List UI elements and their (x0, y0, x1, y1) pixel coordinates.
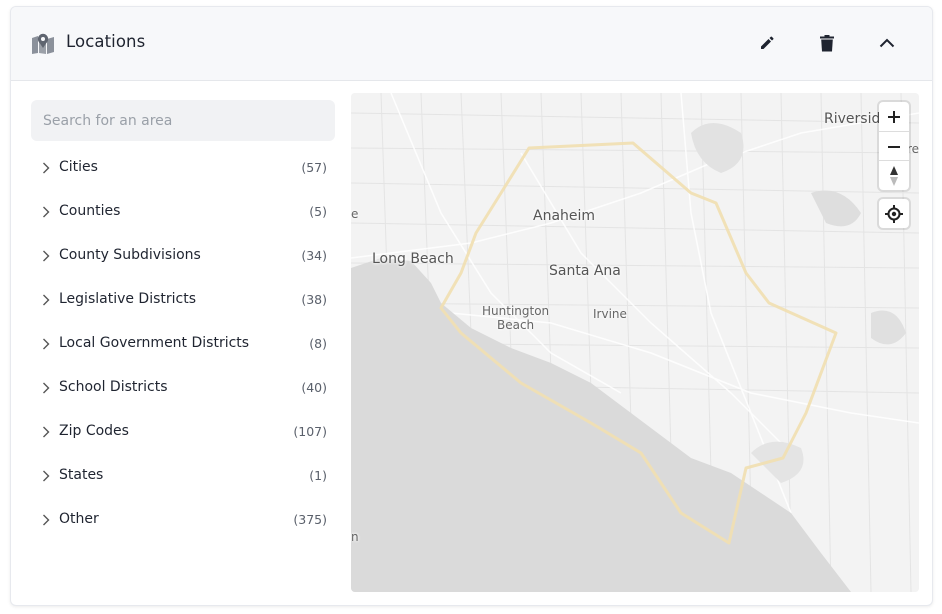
map-label-line: Beach (496, 318, 535, 332)
delete-button[interactable] (812, 27, 842, 59)
chevron-right-icon (43, 206, 50, 218)
category-label: County Subdivisions (59, 247, 201, 263)
map-label-edge: e (351, 207, 359, 221)
category-count: (5) (309, 204, 327, 219)
zoom-out-button[interactable] (879, 131, 909, 161)
reset-north-button[interactable] (879, 160, 909, 190)
edit-button[interactable] (752, 27, 782, 59)
category-item-county-subdivisions[interactable]: County Subdivisions (34) (31, 234, 327, 278)
trash-icon (820, 34, 834, 51)
category-item-legislative-districts[interactable]: Legislative Districts (38) (31, 278, 327, 322)
chevron-right-icon (43, 470, 50, 482)
map-label-edge: n (351, 530, 359, 544)
map-view[interactable]: Riversid Anaheim Long Beach Santa Ana Hu… (351, 93, 919, 592)
category-label: Local Government Districts (59, 335, 250, 351)
crosshair-icon (885, 204, 903, 223)
category-label: Legislative Districts (59, 291, 197, 307)
category-label: Counties (59, 203, 121, 219)
compass-icon (890, 165, 898, 186)
chevron-right-icon (43, 514, 50, 526)
category-count: (375) (293, 512, 327, 527)
category-count: (38) (301, 292, 327, 307)
category-count: (1) (309, 468, 327, 483)
chevron-up-icon (879, 38, 895, 48)
chevron-right-icon (43, 162, 50, 174)
category-label: Cities (59, 159, 98, 175)
category-item-school-districts[interactable]: School Districts (40) (31, 366, 327, 410)
map-label-line: Huntington (482, 304, 550, 318)
category-item-local-government-districts[interactable]: Local Government Districts (8) (31, 322, 327, 366)
map-label-huntington-beach: Huntington Beach (482, 304, 549, 332)
category-item-other[interactable]: Other (375) (31, 498, 327, 542)
locations-card: Locations Cities (57) (10, 6, 933, 606)
map-label-irvine: Irvine (593, 307, 627, 321)
edit-icon (761, 36, 774, 49)
area-search-input[interactable] (31, 100, 335, 141)
category-label: School Districts (59, 379, 168, 395)
category-list: Cities (57) Counties (5) County Subdivis… (31, 146, 327, 542)
category-label: States (59, 467, 104, 483)
category-count: (57) (301, 160, 327, 175)
category-item-zip-codes[interactable]: Zip Codes (107) (31, 410, 327, 454)
collapse-button[interactable] (872, 27, 902, 59)
category-item-states[interactable]: States (1) (31, 454, 327, 498)
category-count: (107) (293, 424, 327, 439)
page-title: Locations (66, 32, 146, 51)
map-label-anaheim: Anaheim (533, 208, 596, 224)
zoom-in-button[interactable] (879, 102, 909, 131)
minus-icon (888, 145, 900, 148)
map-zoom-controls (879, 102, 909, 190)
map-label-riverside: Riversid (824, 111, 881, 127)
map-pin-icon (32, 33, 54, 54)
category-count: (8) (309, 336, 327, 351)
chevron-right-icon (43, 338, 50, 350)
plus-icon (888, 110, 900, 123)
chevron-right-icon (43, 382, 50, 394)
category-count: (40) (301, 380, 327, 395)
map-label-long-beach: Long Beach (372, 251, 454, 267)
chevron-right-icon (43, 426, 50, 438)
card-header: Locations (11, 7, 932, 81)
chevron-right-icon (43, 294, 50, 306)
category-count: (34) (301, 248, 327, 263)
category-item-counties[interactable]: Counties (5) (31, 190, 327, 234)
category-item-cities[interactable]: Cities (57) (31, 146, 327, 190)
chevron-right-icon (43, 250, 50, 262)
map-label-santa-ana: Santa Ana (549, 263, 621, 279)
map-basemap (351, 93, 919, 592)
geolocate-button[interactable] (879, 199, 909, 228)
category-label: Other (59, 511, 99, 527)
category-label: Zip Codes (59, 423, 129, 439)
